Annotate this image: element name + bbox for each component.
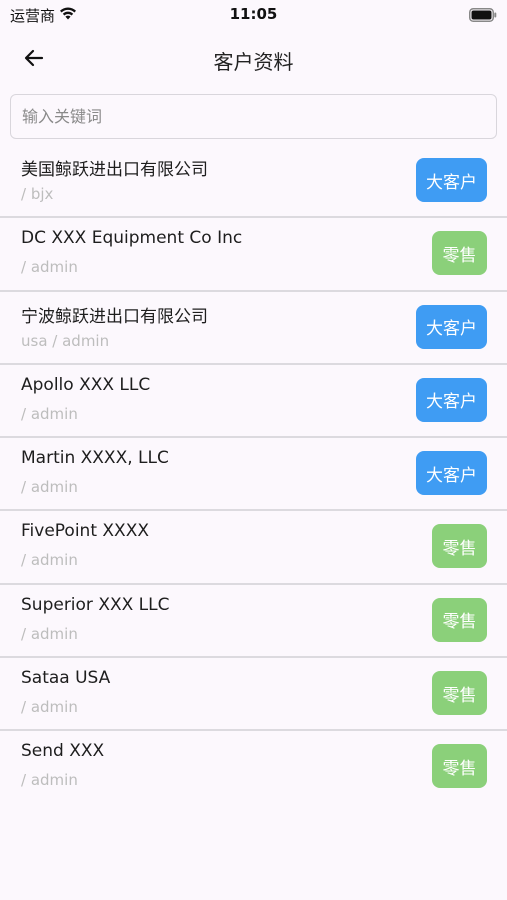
customer-row[interactable]: Superior XXX LLC / admin 零售 [0, 585, 507, 659]
customer-name: Sataa USA [21, 668, 111, 689]
customer-name: Apollo XXX LLC [21, 374, 151, 395]
customer-row[interactable]: 宁波鲸跃进出口有限公司 usa / admin 大客户 [0, 292, 507, 365]
app-bar: 客户资料 [0, 28, 507, 92]
retail-badge: 零售 [432, 231, 487, 276]
customer-row[interactable]: Send XXX / admin 零售 [0, 731, 507, 804]
search-input[interactable] [11, 95, 496, 138]
customer-subtitle: / admin [21, 624, 78, 643]
customer-name: 美国鲸跃进出口有限公司 [21, 160, 208, 180]
customer-row[interactable]: Sataa USA / admin 零售 [0, 658, 507, 732]
customer-name: DC XXX Equipment Co Inc [21, 228, 243, 249]
search-box[interactable] [10, 94, 497, 139]
customer-row[interactable]: Martin XXXX, LLC / admin 大客户 [0, 438, 507, 512]
customer-list: 美国鲸跃进出口有限公司 / bjx 大客户 DC XXX Equipment Co … [0, 145, 507, 805]
customer-row[interactable]: Apollo XXX LLC / admin 大客户 [0, 365, 507, 439]
battery-icon [469, 7, 497, 26]
customer-name: 宁波鲸跃进出口有限公司 [21, 306, 208, 327]
big-customer-badge: 大客户 [416, 158, 487, 202]
customer-row[interactable]: FivePoint XXXX / admin 零售 [0, 511, 507, 585]
customer-row[interactable]: 美国鲸跃进出口有限公司 / bjx 大客户 [0, 145, 507, 219]
customer-name: FivePoint XXXX [21, 521, 149, 542]
retail-badge: 零售 [432, 597, 487, 642]
customer-subtitle: / admin [21, 478, 78, 497]
customer-name: Superior XXX LLC [21, 594, 170, 615]
customer-subtitle: / admin [21, 551, 78, 570]
page-title: 客户资料 [213, 50, 294, 74]
big-customer-badge: 大客户 [416, 451, 487, 496]
customer-subtitle: / bjx [21, 185, 54, 203]
retail-badge: 零售 [432, 671, 487, 716]
customer-subtitle: / admin [21, 698, 78, 717]
customer-subtitle: / admin [21, 258, 78, 277]
status-bar: 运营商 11:05 [0, 0, 507, 28]
big-customer-badge: 大客户 [416, 304, 487, 349]
customer-subtitle: / admin [21, 404, 78, 423]
customer-row[interactable]: DC XXX Equipment Co Inc / admin 零售 [0, 218, 507, 292]
customer-name: Martin XXXX, LLC [21, 448, 169, 469]
clock: 11:05 [229, 5, 278, 23]
retail-badge: 零售 [432, 524, 487, 569]
retail-badge: 零售 [432, 744, 487, 789]
customer-name: Send XXX [21, 741, 105, 762]
big-customer-badge: 大客户 [416, 377, 487, 422]
customer-subtitle: usa / admin [21, 331, 110, 350]
customer-subtitle: / admin [21, 771, 78, 790]
